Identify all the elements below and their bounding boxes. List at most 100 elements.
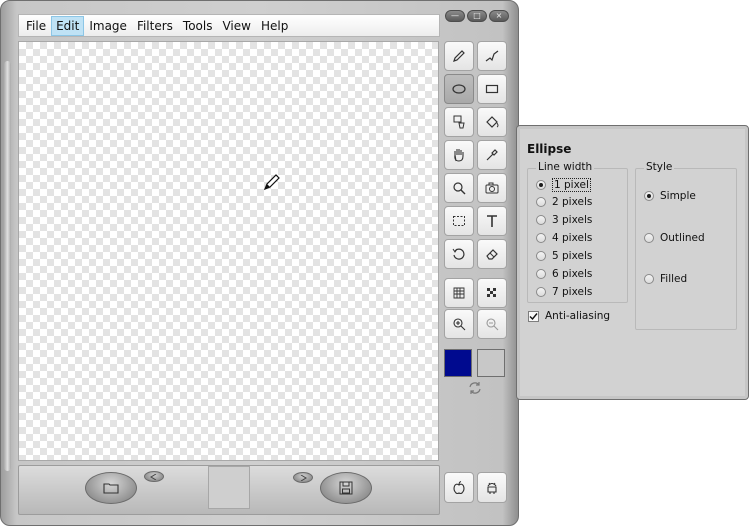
close-button[interactable]: × (489, 10, 509, 22)
tool-options-panel: Ellipse Line width 1 pixel 2 pixels 3 pi… (516, 125, 749, 400)
left-arrow-icon (150, 473, 157, 480)
hand-icon (454, 149, 464, 162)
line-tool[interactable] (477, 41, 507, 71)
option-label: Filled (660, 273, 688, 285)
maximize-icon: □ (473, 11, 481, 20)
apple-icon (453, 480, 465, 494)
anti-aliasing-label: Anti-aliasing (545, 310, 611, 322)
floppy-disk-icon (339, 481, 353, 495)
pencil-cursor-icon (263, 174, 280, 191)
anti-aliasing-row[interactable]: Anti-aliasing (528, 310, 610, 322)
radio-button[interactable] (536, 287, 546, 297)
magnifier-icon (453, 182, 466, 195)
option-label: 6 pixels (552, 268, 593, 280)
radio-button[interactable] (536, 269, 546, 279)
menu-image[interactable]: Image (84, 16, 132, 36)
android-button[interactable] (477, 472, 507, 503)
radio-button[interactable] (536, 215, 546, 225)
drawing-canvas[interactable] (18, 41, 439, 461)
window-controls: — □ × (445, 10, 511, 24)
swap-colors-icon[interactable] (467, 380, 483, 396)
eraser-icon (486, 249, 498, 260)
radio-button[interactable] (644, 191, 654, 201)
eyedropper-tool[interactable] (477, 140, 507, 170)
next-button[interactable] (293, 472, 313, 483)
magnifier-tool[interactable] (444, 173, 474, 203)
line-width-option-6[interactable]: 6 pixels (536, 268, 592, 280)
close-icon: × (495, 11, 503, 20)
line-width-option-3[interactable]: 3 pixels (536, 214, 592, 226)
style-option-filled[interactable]: Filled (644, 273, 687, 285)
radio-button[interactable] (536, 197, 546, 207)
camera-tool[interactable] (477, 173, 507, 203)
option-label: 7 pixels (552, 286, 593, 298)
folder-icon (103, 483, 119, 494)
rotate-tool[interactable] (444, 239, 474, 269)
option-label: 1 pixel (552, 178, 591, 192)
ellipse-icon (452, 84, 466, 94)
radio-button[interactable] (536, 180, 546, 190)
menu-help[interactable]: Help (256, 16, 293, 36)
style-label: Style (644, 161, 675, 173)
radio-button[interactable] (536, 233, 546, 243)
paint-bucket-tool[interactable] (477, 107, 507, 137)
open-button[interactable] (85, 472, 137, 504)
window-edge-rail (4, 61, 11, 471)
pencil-tool[interactable] (444, 41, 474, 71)
hand-tool[interactable] (444, 140, 474, 170)
option-label: 2 pixels (552, 196, 593, 208)
radio-button[interactable] (644, 233, 654, 243)
primary-color-swatch[interactable] (444, 349, 472, 377)
text-tool[interactable] (477, 206, 507, 236)
radio-button[interactable] (644, 274, 654, 284)
fill-bucket-icon (453, 115, 465, 129)
menu-edit[interactable]: Edit (51, 15, 85, 36)
line-width-option-7[interactable]: 7 pixels (536, 286, 592, 298)
minimize-icon: — (451, 11, 459, 20)
menu-bar: File Edit Image Filters Tools View Help (18, 14, 440, 37)
menu-view[interactable]: View (217, 16, 255, 36)
paint-bucket-icon (486, 116, 499, 128)
selection-icon (453, 216, 465, 226)
grid-tool[interactable] (444, 278, 474, 308)
fill-tool[interactable] (444, 107, 474, 137)
android-icon (487, 482, 497, 494)
line-width-group: Line width 1 pixel 2 pixels 3 pixels 4 p… (527, 161, 628, 303)
option-label: Outlined (660, 232, 705, 244)
style-option-outlined[interactable]: Outlined (644, 232, 705, 244)
rotate-icon (452, 248, 465, 260)
style-option-simple[interactable]: Simple (644, 190, 696, 202)
line-icon (485, 50, 499, 62)
main-window: File Edit Image Filters Tools View Help … (0, 0, 519, 526)
line-width-option-4[interactable]: 4 pixels (536, 232, 592, 244)
pencil-icon (453, 50, 465, 62)
radio-button[interactable] (536, 251, 546, 261)
selection-tool[interactable] (444, 206, 474, 236)
eraser-tool[interactable] (477, 239, 507, 269)
save-button[interactable] (320, 472, 372, 504)
line-width-option-5[interactable]: 5 pixels (536, 250, 592, 262)
previous-button[interactable] (144, 471, 164, 482)
pattern-icon (487, 288, 496, 297)
line-width-option-2[interactable]: 2 pixels (536, 196, 592, 208)
preview-area (208, 466, 250, 509)
ellipse-tool[interactable] (444, 74, 474, 104)
line-width-option-1[interactable]: 1 pixel (536, 178, 591, 192)
maximize-button[interactable]: □ (467, 10, 487, 22)
menu-filters[interactable]: Filters (132, 16, 178, 36)
zoom-out-icon (486, 318, 499, 331)
zoom-in-icon (453, 318, 466, 331)
menu-file[interactable]: File (21, 16, 51, 36)
pattern-tool[interactable] (477, 278, 507, 308)
zoom-in-tool[interactable] (444, 309, 474, 339)
eyedropper-icon (486, 149, 498, 161)
secondary-color-swatch[interactable] (477, 349, 505, 377)
anti-aliasing-checkbox[interactable] (528, 310, 539, 322)
grid-icon (453, 287, 465, 299)
menu-tools[interactable]: Tools (178, 16, 218, 36)
minimize-button[interactable]: — (445, 10, 465, 22)
apple-button[interactable] (444, 472, 474, 503)
rectangle-tool[interactable] (477, 74, 507, 104)
zoom-out-tool[interactable] (477, 309, 507, 339)
right-arrow-icon (300, 474, 307, 481)
